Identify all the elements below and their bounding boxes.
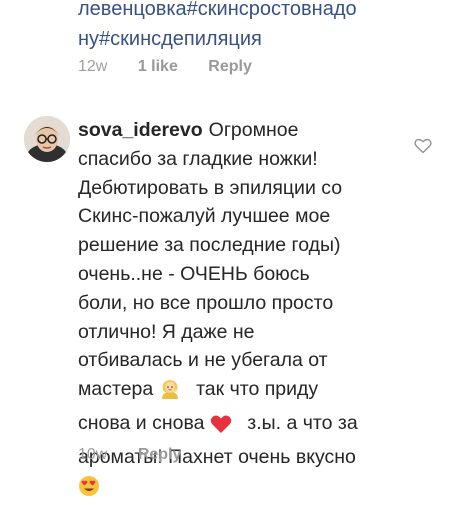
comment-text-segment: так что приду: [196, 378, 319, 401]
likes-count[interactable]: 1 like: [138, 58, 178, 75]
avatar-image: [24, 116, 70, 162]
hashtag-line[interactable]: ну#скинсдепиляция: [78, 24, 458, 54]
comment-text-line: Дебютировать в эпиляции со: [78, 176, 343, 199]
comment-text-line: спасибо за гладкие ножки!: [78, 147, 318, 170]
comment-text-segment: мастера: [78, 378, 154, 401]
comment-text-line: Огромное: [208, 119, 299, 141]
comment-time: 10w: [78, 446, 108, 463]
comment-text-line: боли, но все прошло просто: [78, 291, 334, 314]
hashtag-line[interactable]: левенцовка#скинсростовнадо: [78, 0, 458, 24]
heart-outline-icon: [414, 138, 432, 154]
comment-text-line: отбивалась и не убегала от: [78, 349, 328, 372]
avatar[interactable]: [24, 116, 70, 162]
comment-text-line-with-emoji: мастера так что приду: [78, 375, 418, 409]
comment-time: 12w: [78, 58, 108, 75]
heart-eyes-emoji: [78, 475, 100, 505]
comment-meta: 10w Reply: [78, 446, 207, 464]
comment-text-segment: з.ы. а что за: [247, 411, 358, 434]
comment-text-segment: снова и снова: [78, 411, 205, 434]
like-button[interactable]: [414, 138, 432, 154]
red-heart-emoji: [210, 414, 232, 443]
comment-text-line: решение за последние годы): [78, 234, 341, 257]
comment-text-line: очень..не - ОЧЕНЬ боюсь: [78, 262, 310, 285]
comment-first-line: sova_iderevo Огромное: [78, 116, 418, 145]
person-emoji: [159, 378, 181, 409]
comment-text-line: отлично! Я даже не: [78, 320, 255, 343]
reply-button[interactable]: Reply: [208, 58, 252, 75]
comment-username[interactable]: sova_iderevo: [78, 119, 203, 141]
previous-comment-hashtags[interactable]: левенцовка#скинсростовнадо ну#скинсдепил…: [78, 0, 458, 54]
comment-text-line: Скинс-пожалуй лучшее мое: [78, 205, 331, 228]
comment-text-line-with-emoji: снова и снова з.ы. а что за: [78, 409, 418, 443]
comment-emoji-line: [78, 472, 418, 505]
reply-button[interactable]: Reply: [138, 446, 182, 463]
previous-comment-meta: 12w 1 like Reply: [78, 58, 278, 76]
